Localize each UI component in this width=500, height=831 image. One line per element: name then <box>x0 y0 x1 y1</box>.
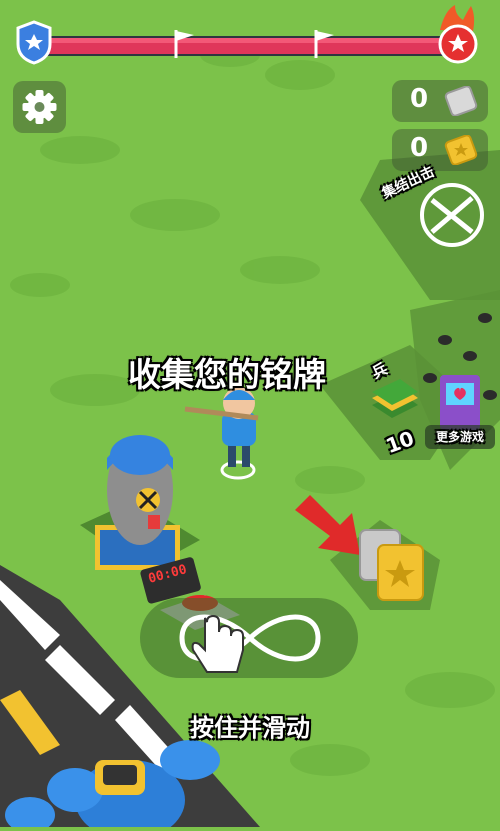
gold-tag-count: 0 <box>410 133 429 163</box>
scene-art <box>0 5 500 831</box>
silver-tag-counter: 0 <box>392 80 488 122</box>
gold-tag-counter: 0 <box>392 129 488 171</box>
bomb-station <box>80 435 200 570</box>
silver-tag-count: 0 <box>410 84 429 114</box>
swipe-hint-text: 按住并滑动 <box>190 714 310 742</box>
more-games-button[interactable]: 更多游戏 <box>425 425 495 449</box>
arrow-pointer-icon <box>295 495 360 555</box>
more-games-label: 更多游戏 <box>435 430 484 444</box>
silver-tag-icon <box>444 86 478 116</box>
gear-icon <box>22 90 57 124</box>
gold-tag-icon <box>444 135 478 165</box>
game-scene[interactable]: 0 0 集结出击 收集您的铭牌 兵 10 更多游戏 00:00 按住并滑动 <box>0 0 500 831</box>
soldier-player <box>184 387 259 480</box>
arcade-machine-icon <box>440 375 480 430</box>
boss-skull-icon <box>438 5 478 64</box>
settings-button[interactable] <box>13 81 66 133</box>
collect-tags-banner: 收集您的铭牌 <box>128 355 326 394</box>
level-progress-bar <box>35 36 455 56</box>
shield-star-icon <box>16 20 52 65</box>
